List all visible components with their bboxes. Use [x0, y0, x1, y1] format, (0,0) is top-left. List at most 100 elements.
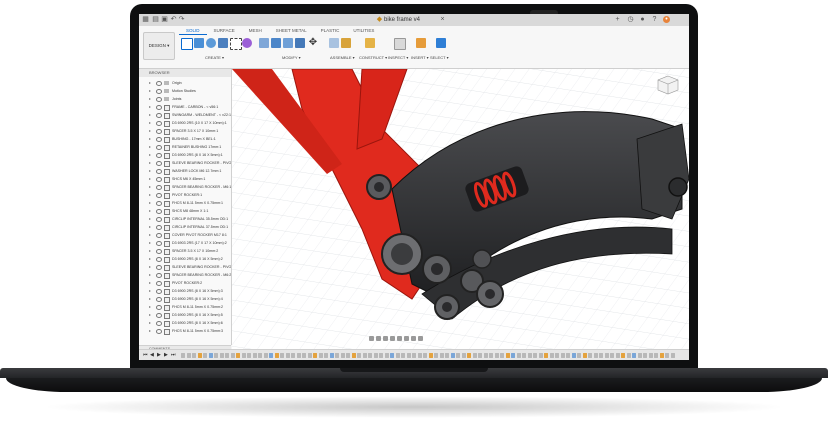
visibility-eye-icon[interactable] [156, 153, 162, 158]
visibility-eye-icon[interactable] [156, 137, 162, 142]
expand-chevron-icon[interactable]: ▸ [149, 303, 151, 311]
timeline-feature-icon[interactable] [307, 353, 312, 358]
timeline-feature-icon[interactable] [582, 353, 587, 358]
timeline-feature-icon[interactable] [461, 353, 466, 358]
expand-chevron-icon[interactable]: ▸ [149, 231, 151, 239]
new-sketch-icon[interactable] [181, 38, 193, 50]
timeline-feature-icon[interactable] [252, 353, 257, 358]
visibility-eye-icon[interactable] [156, 193, 162, 198]
expand-chevron-icon[interactable]: ▸ [149, 223, 151, 231]
browser-component-item[interactable]: ▸ D3 6900 2RS (8 X 16 X 5mm):1 [139, 151, 231, 159]
timeline-feature-icon[interactable] [280, 353, 284, 358]
timeline-feature-icon[interactable] [489, 353, 493, 358]
timeline-feature-icon[interactable] [208, 353, 213, 358]
look-at-icon[interactable] [376, 336, 381, 341]
timeline-feature-icon[interactable] [373, 353, 378, 358]
tab-surface[interactable]: SURFACE [207, 27, 242, 35]
browser-component-item[interactable]: ▸ SPACER 3.5 X 17 X 10mm:1 [139, 127, 231, 135]
expand-chevron-icon[interactable]: ▸ [149, 103, 151, 111]
browser-component-item[interactable]: ▸ SHCS M8 48mm X 1:1 [139, 207, 231, 215]
timeline-feature-icon[interactable] [665, 353, 669, 358]
visibility-eye-icon[interactable] [156, 281, 162, 286]
construct-menu[interactable]: CONSTRUCT ▾ [359, 55, 387, 60]
timeline-feature-icon[interactable] [483, 353, 488, 358]
timeline-feature-icon[interactable] [291, 353, 295, 358]
timeline-feature-icon[interactable] [505, 353, 510, 358]
modify-menu[interactable]: MODIFY ▾ [282, 55, 301, 60]
fit-icon[interactable] [397, 336, 402, 341]
timeline-feature-icon[interactable] [593, 353, 598, 358]
browser-component-item[interactable]: ▸ SPACER BEARING ROCKER - M6:2 [139, 271, 231, 279]
pan-icon[interactable] [383, 336, 388, 341]
browser-component-item[interactable]: ▸ PIVOT ROCKER:2 [139, 279, 231, 287]
visibility-eye-icon[interactable] [156, 241, 162, 246]
browser-component-item[interactable]: ▸ CIRCLIP INTERNAL 37.5mm OD:1 [139, 223, 231, 231]
visibility-eye-icon[interactable] [156, 97, 162, 102]
press-pull-icon[interactable] [259, 38, 269, 48]
timeline-feature-icon[interactable] [648, 353, 653, 358]
browser-component-item[interactable]: ▸ PIVOT ROCKER:1 [139, 191, 231, 199]
help-icon[interactable]: ? [651, 16, 658, 23]
timeline-feature-icon[interactable] [302, 353, 306, 358]
timeline-feature-icon[interactable] [351, 353, 356, 358]
sweep-icon[interactable] [218, 38, 228, 48]
browser-component-item[interactable]: ▸ SPACER 3.5 X 17 X 10mm:2 [139, 247, 231, 255]
new-component-icon[interactable] [329, 38, 339, 48]
timeline-feature-icon[interactable] [516, 353, 521, 358]
timeline-feature-icon[interactable] [533, 353, 537, 358]
document-title[interactable]: bike frame v4 [384, 15, 420, 25]
expand-chevron-icon[interactable]: ▸ [149, 247, 151, 255]
timeline-feature-icon[interactable] [258, 353, 262, 358]
tab-mesh[interactable]: MESH [242, 27, 269, 35]
expand-chevron-icon[interactable]: ▸ [149, 183, 151, 191]
select-menu[interactable]: SELECT ▾ [430, 55, 449, 60]
browser-component-item[interactable]: ▸ FHCS M 8-11 5mm X 0.75mm:3 [139, 327, 231, 335]
visibility-eye-icon[interactable] [156, 233, 162, 238]
timeline-feature-icon[interactable] [604, 353, 609, 358]
timeline-feature-icon[interactable] [269, 353, 273, 358]
visibility-eye-icon[interactable] [156, 177, 162, 182]
browser-component-item[interactable]: ▸ FRAME - CARBON - < v56:1 [139, 103, 231, 111]
timeline-feature-icon[interactable] [456, 353, 460, 358]
timeline-feature-icon[interactable] [610, 353, 614, 358]
browser-component-item[interactable]: ▸ SWINGARM - WELDMENT - < v22:1 [139, 111, 231, 119]
timeline-feature-icon[interactable] [318, 353, 323, 358]
timeline-feature-icon[interactable] [181, 353, 185, 358]
timeline-feature-icon[interactable] [560, 353, 565, 358]
model-canvas[interactable] [232, 69, 689, 349]
timeline-feature-icon[interactable] [632, 353, 636, 358]
viewports-icon[interactable] [418, 336, 423, 341]
visibility-eye-icon[interactable] [156, 297, 162, 302]
timeline-feature-icon[interactable] [566, 353, 570, 358]
timeline-feature-icon[interactable] [197, 353, 202, 358]
tab-sheet-metal[interactable]: SHEET METAL [269, 27, 314, 35]
timeline-feature-icon[interactable] [538, 353, 543, 358]
timeline-feature-icon[interactable] [274, 353, 279, 358]
timeline-feature-icon[interactable] [577, 353, 581, 358]
expand-chevron-icon[interactable]: ▸ [149, 311, 151, 319]
measure-icon[interactable] [394, 38, 406, 50]
revolve-icon[interactable] [206, 38, 216, 48]
expand-chevron-icon[interactable]: ▸ [149, 255, 151, 263]
browser-component-item[interactable]: ▸ D3 6900 2RS (8 X 16 X 5mm):4 [139, 295, 231, 303]
timeline-feature-icon[interactable] [478, 353, 482, 358]
timeline-play-button[interactable]: ▶ [157, 353, 161, 358]
tab-utilities[interactable]: UTILITIES [346, 27, 381, 35]
timeline-feature-icon[interactable] [643, 353, 647, 358]
timeline-feature-icon[interactable] [670, 353, 675, 358]
visibility-eye-icon[interactable] [156, 105, 162, 110]
visibility-eye-icon[interactable] [156, 145, 162, 150]
insert-menu[interactable]: INSERT ▾ [411, 55, 429, 60]
timeline-feature-icon[interactable] [571, 353, 576, 358]
visibility-eye-icon[interactable] [156, 289, 162, 294]
timeline-feature-icon[interactable] [555, 353, 559, 358]
browser-component-item[interactable]: ▸ D3 6900 2RS (8 X 16 X 5mm):6 [139, 319, 231, 327]
timeline-feature-icon[interactable] [335, 353, 339, 358]
timeline-feature-icon[interactable] [329, 353, 334, 358]
timeline-feature-icon[interactable] [395, 353, 400, 358]
timeline-feature-icon[interactable] [219, 353, 224, 358]
orbit-icon[interactable] [369, 336, 374, 341]
visibility-eye-icon[interactable] [156, 225, 162, 230]
fillet-icon[interactable] [271, 38, 281, 48]
browser-folder-item[interactable]: ▸ Origin [139, 79, 231, 87]
